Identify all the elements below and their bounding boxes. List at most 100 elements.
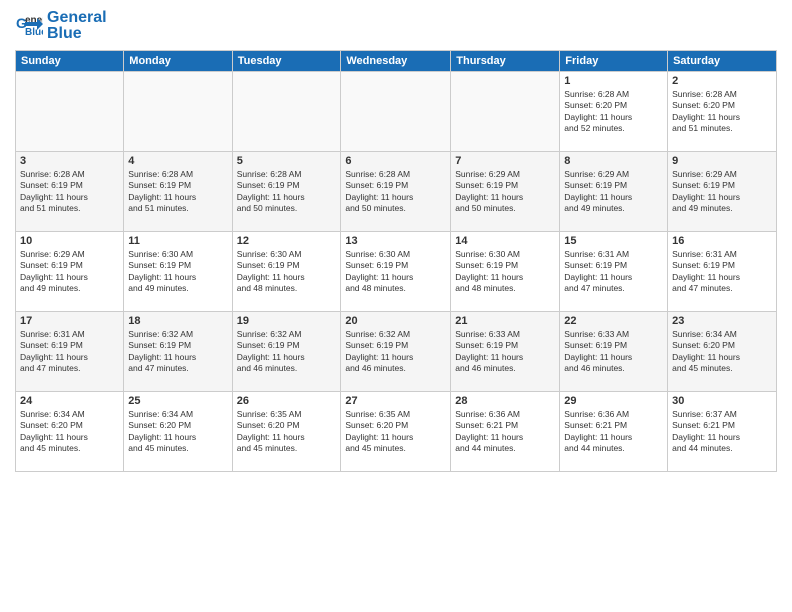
day-info: Sunrise: 6:32 AMSunset: 6:19 PMDaylight:… [345,329,446,375]
day-info: Sunrise: 6:30 AMSunset: 6:19 PMDaylight:… [455,249,555,295]
calendar-header-thursday: Thursday [451,51,560,72]
day-number: 16 [672,235,772,247]
day-number: 7 [455,155,555,167]
day-info: Sunrise: 6:28 AMSunset: 6:19 PMDaylight:… [20,169,119,215]
day-info: Sunrise: 6:33 AMSunset: 6:19 PMDaylight:… [455,329,555,375]
calendar-week-5: 24 Sunrise: 6:34 AMSunset: 6:20 PMDayligh… [16,392,777,472]
day-info: Sunrise: 6:29 AMSunset: 6:19 PMDaylight:… [455,169,555,215]
day-number: 1 [564,75,663,87]
day-info: Sunrise: 6:29 AMSunset: 6:19 PMDaylight:… [672,169,772,215]
day-info: Sunrise: 6:28 AMSunset: 6:19 PMDaylight:… [237,169,337,215]
day-number: 21 [455,315,555,327]
day-number: 8 [564,155,663,167]
day-number: 24 [20,395,119,407]
day-info: Sunrise: 6:35 AMSunset: 6:20 PMDaylight:… [237,409,337,455]
day-number: 17 [20,315,119,327]
day-number: 5 [237,155,337,167]
day-info: Sunrise: 6:28 AMSunset: 6:19 PMDaylight:… [345,169,446,215]
calendar-week-1: 1 Sunrise: 6:28 AMSunset: 6:20 PMDaylight… [16,72,777,152]
day-info: Sunrise: 6:30 AMSunset: 6:19 PMDaylight:… [237,249,337,295]
calendar-week-2: 3 Sunrise: 6:28 AMSunset: 6:19 PMDaylight… [16,152,777,232]
calendar-cell: 20 Sunrise: 6:32 AMSunset: 6:19 PMDayligh… [341,312,451,392]
calendar-cell [451,72,560,152]
day-number: 28 [455,395,555,407]
day-number: 18 [128,315,227,327]
calendar-cell [124,72,232,152]
calendar-cell: 12 Sunrise: 6:30 AMSunset: 6:19 PMDayligh… [232,232,341,312]
calendar-cell: 19 Sunrise: 6:32 AMSunset: 6:19 PMDayligh… [232,312,341,392]
calendar-cell [16,72,124,152]
calendar-cell: 1Sunrise: 6:28 AMSunset: 6:20 PMDaylight… [560,72,668,152]
day-info: Sunrise: 6:34 AMSunset: 6:20 PMDaylight:… [20,409,119,455]
calendar-cell [232,72,341,152]
day-info: Sunrise: 6:32 AMSunset: 6:19 PMDaylight:… [237,329,337,375]
day-number: 20 [345,315,446,327]
calendar-cell: 15Sunrise: 6:31 AMSunset: 6:19 PMDayligh… [560,232,668,312]
calendar-cell: 2 Sunrise: 6:28 AMSunset: 6:20 PMDaylight… [668,72,777,152]
day-info: Sunrise: 6:29 AMSunset: 6:19 PMDaylight:… [564,169,663,215]
day-info: Sunrise: 6:30 AMSunset: 6:19 PMDaylight:… [345,249,446,295]
calendar-week-3: 10 Sunrise: 6:29 AMSunset: 6:19 PMDayligh… [16,232,777,312]
calendar-cell: 14 Sunrise: 6:30 AMSunset: 6:19 PMDayligh… [451,232,560,312]
page: G eneral Blue General Blue SundayMondayT… [0,0,792,612]
day-info: Sunrise: 6:28 AMSunset: 6:20 PMDaylight:… [672,89,772,135]
calendar-cell: 25 Sunrise: 6:34 AMSunset: 6:20 PMDayligh… [124,392,232,472]
calendar-cell: 8 Sunrise: 6:29 AMSunset: 6:19 PMDaylight… [560,152,668,232]
logo-blue: Blue [47,26,107,42]
day-info: Sunrise: 6:34 AMSunset: 6:20 PMDaylight:… [672,329,772,375]
calendar-header-tuesday: Tuesday [232,51,341,72]
day-number: 27 [345,395,446,407]
day-info: Sunrise: 6:34 AMSunset: 6:20 PMDaylight:… [128,409,227,455]
day-number: 12 [237,235,337,247]
day-number: 19 [237,315,337,327]
calendar-header-monday: Monday [124,51,232,72]
calendar-header-friday: Friday [560,51,668,72]
calendar-cell: 30Sunrise: 6:37 AMSunset: 6:21 PMDayligh… [668,392,777,472]
day-number: 22 [564,315,663,327]
calendar-header-row: SundayMondayTuesdayWednesdayThursdayFrid… [16,51,777,72]
day-number: 25 [128,395,227,407]
calendar-cell: 26 Sunrise: 6:35 AMSunset: 6:20 PMDayligh… [232,392,341,472]
day-info: Sunrise: 6:30 AMSunset: 6:19 PMDaylight:… [128,249,227,295]
calendar-cell: 22Sunrise: 6:33 AMSunset: 6:19 PMDayligh… [560,312,668,392]
calendar-cell [341,72,451,152]
day-number: 15 [564,235,663,247]
calendar-cell: 24 Sunrise: 6:34 AMSunset: 6:20 PMDayligh… [16,392,124,472]
day-number: 6 [345,155,446,167]
day-number: 10 [20,235,119,247]
calendar-table: SundayMondayTuesdayWednesdayThursdayFrid… [15,50,777,472]
day-info: Sunrise: 6:36 AMSunset: 6:21 PMDaylight:… [455,409,555,455]
calendar-cell: 10 Sunrise: 6:29 AMSunset: 6:19 PMDayligh… [16,232,124,312]
logo-general: General [47,9,107,26]
logo-icon: G eneral Blue [15,12,43,40]
day-number: 11 [128,235,227,247]
calendar-cell: 4Sunrise: 6:28 AMSunset: 6:19 PMDaylight… [124,152,232,232]
calendar-cell: 21 Sunrise: 6:33 AMSunset: 6:19 PMDayligh… [451,312,560,392]
day-number: 3 [20,155,119,167]
day-number: 4 [128,155,227,167]
calendar-cell: 29 Sunrise: 6:36 AMSunset: 6:21 PMDayligh… [560,392,668,472]
day-info: Sunrise: 6:35 AMSunset: 6:20 PMDaylight:… [345,409,446,455]
day-info: Sunrise: 6:31 AMSunset: 6:19 PMDaylight:… [672,249,772,295]
day-info: Sunrise: 6:32 AMSunset: 6:19 PMDaylight:… [128,329,227,375]
day-number: 23 [672,315,772,327]
day-number: 14 [455,235,555,247]
calendar-cell: 7 Sunrise: 6:29 AMSunset: 6:19 PMDaylight… [451,152,560,232]
calendar-cell: 11 Sunrise: 6:30 AMSunset: 6:19 PMDayligh… [124,232,232,312]
calendar-cell: 17Sunrise: 6:31 AMSunset: 6:19 PMDayligh… [16,312,124,392]
svg-text:Blue: Blue [25,27,43,38]
day-number: 2 [672,75,772,87]
calendar-header-wednesday: Wednesday [341,51,451,72]
day-number: 9 [672,155,772,167]
calendar-cell: 16 Sunrise: 6:31 AMSunset: 6:19 PMDayligh… [668,232,777,312]
day-info: Sunrise: 6:36 AMSunset: 6:21 PMDaylight:… [564,409,663,455]
calendar-cell: 6 Sunrise: 6:28 AMSunset: 6:19 PMDaylight… [341,152,451,232]
day-info: Sunrise: 6:37 AMSunset: 6:21 PMDaylight:… [672,409,772,455]
day-info: Sunrise: 6:29 AMSunset: 6:19 PMDaylight:… [20,249,119,295]
calendar-header-saturday: Saturday [668,51,777,72]
calendar-cell: 23 Sunrise: 6:34 AMSunset: 6:20 PMDayligh… [668,312,777,392]
calendar-week-4: 17Sunrise: 6:31 AMSunset: 6:19 PMDayligh… [16,312,777,392]
day-number: 26 [237,395,337,407]
day-number: 29 [564,395,663,407]
calendar-cell: 9 Sunrise: 6:29 AMSunset: 6:19 PMDaylight… [668,152,777,232]
